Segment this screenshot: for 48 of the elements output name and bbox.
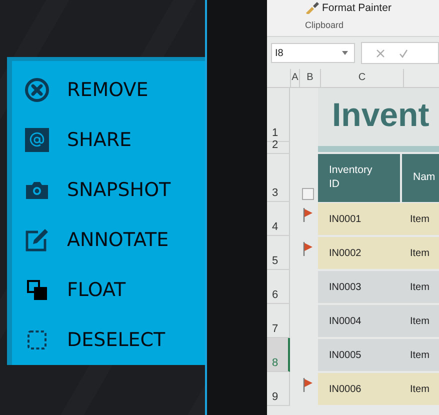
dashed-square-icon xyxy=(27,330,47,350)
row-header[interactable]: 2 xyxy=(267,142,290,154)
name-box[interactable]: I8 xyxy=(271,43,355,63)
table-cell: IN0003 xyxy=(318,271,400,303)
table-cell: Item xyxy=(400,305,439,337)
row-header[interactable]: 5 xyxy=(267,236,290,270)
format-painter-button[interactable]: Format Painter xyxy=(322,2,392,14)
table-cell: Item xyxy=(400,339,439,371)
menu-item[interactable]: SHARE xyxy=(12,115,205,165)
table-cell: Item xyxy=(400,271,439,303)
table-cell: IN0004 xyxy=(318,305,400,337)
menu-item[interactable]: FLOAT xyxy=(12,265,205,315)
caret-icon xyxy=(342,51,348,55)
table-cell: IN0005 xyxy=(318,339,400,371)
filter-dropdown[interactable] xyxy=(302,188,314,200)
table-cell: IN0001 xyxy=(318,203,400,235)
row-header[interactable]: 7 xyxy=(267,304,290,338)
row-header[interactable]: 4 xyxy=(267,202,290,236)
edit-icon xyxy=(25,228,49,252)
cancel-icon[interactable] xyxy=(376,48,385,58)
check-icon[interactable] xyxy=(399,48,408,58)
menu-item[interactable]: ANNOTATE xyxy=(12,215,205,265)
formula-bar[interactable] xyxy=(361,42,439,64)
menu-item[interactable]: SNAPSHOT xyxy=(12,165,205,215)
row-header[interactable]: 6 xyxy=(267,270,290,304)
row-header[interactable]: 8 xyxy=(267,338,290,372)
column-header[interactable]: C xyxy=(321,69,404,87)
ribbon-group-label: Clipboard xyxy=(305,20,345,30)
menu-item[interactable]: DESELECT xyxy=(12,315,205,365)
at-sign-icon xyxy=(25,128,49,152)
column-heading: Nam xyxy=(402,154,439,202)
table-cell: Item xyxy=(400,203,439,235)
table-cell: Item xyxy=(400,373,439,405)
row-header[interactable]: 9 xyxy=(267,372,290,406)
row-header[interactable]: 1 xyxy=(267,88,290,142)
camera-icon xyxy=(26,181,48,199)
column-header[interactable]: A xyxy=(291,69,300,87)
sheet-title: Invent xyxy=(318,88,439,142)
column-header[interactable]: B xyxy=(300,69,321,87)
table-cell: IN0006 xyxy=(318,373,400,405)
paintbrush-icon xyxy=(305,2,319,14)
table-cell: Item xyxy=(400,237,439,269)
close-icon xyxy=(25,78,49,102)
overlapping-squares-icon xyxy=(27,280,47,300)
menu-item[interactable]: REMOVE xyxy=(12,65,205,115)
table-cell: IN0002 xyxy=(318,237,400,269)
column-heading: Inventory ID xyxy=(318,154,400,202)
row-header[interactable]: 3 xyxy=(267,154,290,202)
